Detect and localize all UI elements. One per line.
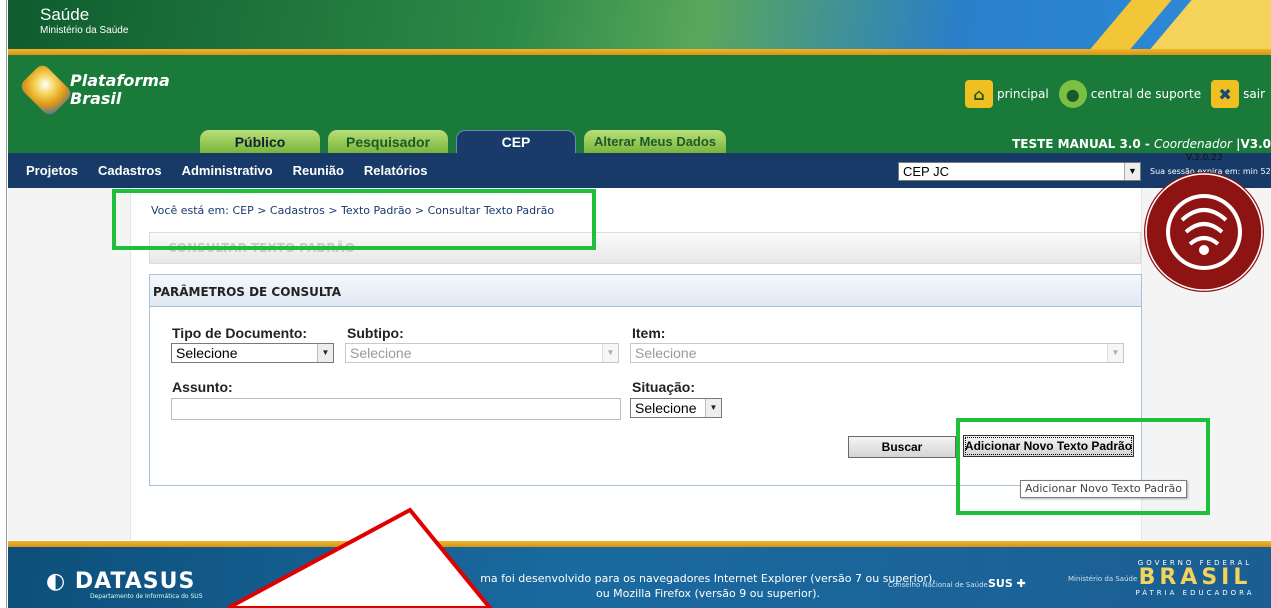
page-frame	[0, 0, 7, 608]
chevron-down-icon: ▼	[1107, 344, 1123, 362]
datasus-icon: ◐	[46, 569, 75, 594]
conselho-logo: Conselho Nacional de Saúde	[888, 581, 988, 589]
tipo-documento-label: Tipo de Documento:	[172, 325, 308, 341]
subtipo-label: Subtipo:	[347, 325, 404, 341]
situacao-label: Situação:	[632, 379, 696, 395]
assunto-label: Assunto:	[172, 379, 233, 395]
patria-educadora-text: PÁTRIA EDUCADORA	[1135, 589, 1255, 597]
gov-title: Saúde	[40, 5, 90, 24]
home-link[interactable]: principal	[997, 87, 1049, 101]
datasus-logo: ◐ DATASUS	[46, 569, 195, 594]
plataforma-brasil-logo[interactable]: Plataforma Brasil	[18, 62, 184, 125]
user-info: TESTE MANUAL 3.0 - Coordenador |V3.0	[1012, 137, 1271, 151]
tipo-documento-value: Selecione	[176, 345, 238, 361]
buscar-button[interactable]: Buscar	[848, 436, 956, 458]
gov-subtitle: Ministério da Saúde	[40, 25, 129, 36]
tab-publico[interactable]: Público	[200, 130, 320, 153]
cross-icon: ✚	[1016, 577, 1026, 590]
cep-select-value: CEP JC	[903, 164, 949, 179]
sus-logo: SUS ✚	[988, 577, 1026, 590]
subtipo-select[interactable]: Selecione ▼	[345, 343, 619, 363]
app-header: Plataforma Brasil ⌂ principal ● central …	[8, 55, 1271, 153]
tab-pesquisador[interactable]: Pesquisador	[328, 130, 448, 153]
chevron-down-icon: ▼	[1124, 163, 1140, 180]
stamp-version: V.3.0.23	[1186, 153, 1223, 163]
chevron-down-icon: ▼	[602, 344, 618, 362]
main-navbar: Projetos Cadastros Administrativo Reuniã…	[8, 153, 1271, 188]
datasus-logo-text: DATASUS	[74, 569, 196, 594]
chevron-down-icon: ▼	[705, 399, 721, 417]
situacao-value: Selecione	[635, 400, 697, 416]
nav-item-administrativo[interactable]: Administrativo	[182, 163, 273, 178]
sus-logo-text: SUS	[988, 577, 1013, 590]
annotation-button-highlight	[956, 418, 1210, 515]
exit-icon[interactable]: ✖	[1211, 80, 1240, 108]
nav-item-cadastros[interactable]: Cadastros	[98, 163, 162, 178]
datasus-subtitle: Departamento de Informática do SUS	[90, 593, 203, 600]
support-link[interactable]: central de suporte	[1091, 87, 1201, 101]
tab-cep[interactable]: CEP	[456, 130, 576, 153]
nav-item-reuniao[interactable]: Reunião	[293, 163, 344, 178]
subtipo-value: Selecione	[350, 345, 412, 361]
homologation-stamp	[1144, 172, 1264, 292]
chevron-down-icon: ▼	[317, 344, 333, 362]
logo-line1: Plataforma	[70, 71, 170, 90]
item-value: Selecione	[635, 345, 697, 361]
params-header: PARÂMETROS DE CONSULTA	[150, 275, 1141, 307]
nav-item-projetos[interactable]: Projetos	[26, 163, 78, 178]
nav-item-relatorios[interactable]: Relatórios	[364, 163, 428, 178]
ministerio-logo: Ministério da Saúde	[1068, 575, 1138, 583]
home-icon[interactable]: ⌂	[965, 80, 993, 108]
version-suffix: |V3.0	[1231, 137, 1271, 151]
item-select[interactable]: Selecione ▼	[630, 343, 1124, 363]
user-name: TESTE MANUAL 3.0 -	[1012, 137, 1155, 151]
tipo-documento-select[interactable]: Selecione ▼	[171, 343, 334, 363]
item-label: Item:	[632, 325, 666, 341]
logo-gem-icon	[18, 62, 74, 118]
governo-federal-logo: GOVERNO FEDERAL BRASIL PÁTRIA EDUCADORA	[1130, 559, 1260, 603]
government-bar: Saúde Ministério da Saúde	[8, 0, 1271, 49]
support-icon[interactable]: ●	[1058, 80, 1087, 108]
tab-alterar-meus-dados[interactable]: Alterar Meus Dados	[584, 130, 726, 153]
exit-link[interactable]: sair	[1243, 87, 1265, 101]
nav-menu: Projetos Cadastros Administrativo Reuniã…	[26, 153, 427, 188]
top-links: ⌂ principal ● central de suporte ✖ sair	[965, 79, 1271, 109]
logo-line2: Brasil	[70, 89, 122, 108]
brasil-text: BRASIL	[1138, 565, 1252, 590]
situacao-select[interactable]: Selecione ▼	[630, 398, 722, 418]
user-role: Coordenador	[1154, 137, 1232, 151]
annotation-breadcrumb-highlight	[112, 189, 596, 250]
assunto-input[interactable]	[171, 398, 621, 420]
profile-tabs: Público Pesquisador CEP Alterar Meus Dad…	[200, 130, 726, 153]
footer: ◐ DATASUS Departamento de Informática do…	[8, 547, 1271, 608]
cep-select[interactable]: CEP JC ▼	[898, 162, 1141, 181]
